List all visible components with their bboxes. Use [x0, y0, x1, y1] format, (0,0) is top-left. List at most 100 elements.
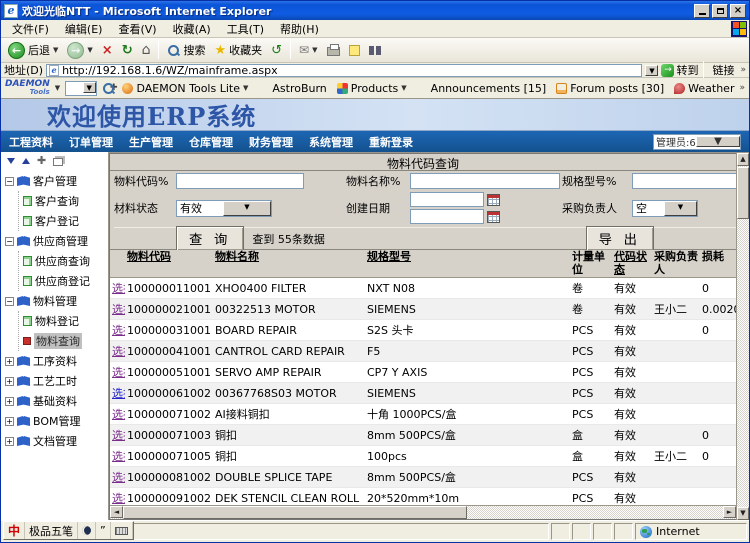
status-select-arrow[interactable]: ▼	[223, 201, 271, 216]
mail-dropdown-icon[interactable]: ▼	[312, 46, 317, 54]
menu-item-favorites[interactable]: 收藏(A)	[166, 20, 218, 38]
minimize-button[interactable]	[694, 4, 710, 18]
tree-expander-icon[interactable]: +	[5, 397, 14, 406]
forward-dropdown-icon[interactable]: ▼	[87, 46, 92, 54]
ime-punct-button[interactable]: ”	[96, 522, 111, 539]
tree-group-document-mgmt[interactable]: +文档管理	[5, 431, 108, 451]
nav-item-production-mgmt[interactable]: 生产管理	[129, 134, 173, 150]
nav-item-warehouse-mgmt[interactable]: 仓库管理	[189, 134, 233, 150]
address-input[interactable]: e http://192.168.1.6/WZ/mainframe.aspx	[46, 64, 642, 77]
date-from-input[interactable]	[410, 192, 484, 207]
back-button[interactable]: ← 后退 ▼	[5, 41, 61, 60]
tree-expander-icon[interactable]: +	[5, 437, 14, 446]
pages-icon[interactable]	[53, 158, 63, 166]
tree-expander-icon[interactable]: +	[5, 357, 14, 366]
ime-softkbd-button[interactable]	[111, 522, 133, 539]
select-link[interactable]: 选择	[112, 409, 124, 421]
vertical-scrollbar[interactable]: ▲ ▼	[736, 153, 749, 520]
select-link[interactable]: 选择	[112, 451, 124, 463]
tree-group-craft-hours[interactable]: +工艺工时	[5, 371, 108, 391]
tree-expander-icon[interactable]: +	[5, 377, 14, 386]
link-astroburn[interactable]: AstroBurn	[258, 82, 326, 95]
link-weather[interactable]: Weather	[674, 82, 734, 95]
buyer-select[interactable]: 空 ▼	[632, 200, 698, 217]
move-icon[interactable]: ✚	[37, 154, 46, 167]
buyer-select-arrow[interactable]: ▼	[664, 201, 697, 216]
select-link[interactable]: 选择	[112, 472, 124, 484]
select-link[interactable]: 选择	[112, 283, 124, 295]
address-dropdown-button[interactable]: ▼	[645, 65, 658, 76]
links-chevron-icon[interactable]: »	[740, 65, 746, 75]
status-select[interactable]: 有效 ▼	[176, 200, 272, 217]
tree-item-material-query[interactable]: 物料查询	[23, 331, 108, 351]
tree-item-supplier-register[interactable]: 供应商登记	[23, 271, 108, 291]
column-header[interactable]: 代码状态	[612, 250, 652, 278]
tree-item-material-register[interactable]: 物料登记	[23, 311, 108, 331]
select-link[interactable]: 选择	[112, 367, 124, 379]
select-link[interactable]: 选择	[112, 325, 124, 337]
menu-item-edit[interactable]: 编辑(E)	[58, 20, 110, 38]
scroll-down-icon[interactable]: ▼	[737, 507, 749, 520]
nav-item-order-mgmt[interactable]: 订单管理	[69, 134, 113, 150]
user-select-arrow[interactable]: ▼	[696, 136, 740, 147]
tree-group-material-mgmt[interactable]: −物料管理	[5, 291, 108, 311]
horizontal-scrollbar[interactable]: ◄ ►	[110, 505, 736, 519]
select-link[interactable]: 选择	[112, 493, 124, 505]
menu-item-file[interactable]: 文件(F)	[5, 20, 56, 38]
name-input[interactable]	[410, 173, 560, 189]
favorites-button[interactable]: ★ 收藏夹	[211, 41, 265, 59]
collapse-all-icon[interactable]	[7, 158, 15, 164]
mail-button[interactable]: ✉ ▼	[296, 42, 320, 58]
scroll-left-icon[interactable]: ◄	[110, 506, 123, 518]
tree-expander-icon[interactable]: −	[5, 237, 14, 246]
calendar-icon[interactable]	[487, 211, 500, 223]
tree-item-supplier-query[interactable]: 供应商查询	[23, 251, 108, 271]
query-button[interactable]: 查 询	[176, 226, 244, 251]
expand-all-icon[interactable]	[22, 158, 30, 164]
discuss-button[interactable]	[366, 45, 384, 56]
daemon-search-icon[interactable]	[102, 82, 105, 95]
chevron-down-icon[interactable]: ▼	[243, 84, 248, 92]
link-products[interactable]: Products▼	[337, 82, 407, 95]
go-button[interactable]: → 转到	[661, 62, 698, 78]
column-header[interactable]: 损耗	[700, 250, 736, 278]
ime-name-label[interactable]: 极品五笔	[29, 523, 73, 539]
spec-input[interactable]	[632, 173, 736, 189]
menu-item-help[interactable]: 帮助(H)	[273, 20, 326, 38]
export-button[interactable]: 导 出	[586, 226, 654, 251]
column-header[interactable]: 物料名称	[213, 250, 365, 278]
nav-item-relogin[interactable]: 重新登录	[369, 134, 413, 150]
tree-group-customer-mgmt[interactable]: −客户管理	[5, 171, 108, 191]
tree-group-supplier-mgmt[interactable]: −供应商管理	[5, 231, 108, 251]
edit-button[interactable]	[346, 44, 363, 57]
tree-item-customer-register[interactable]: 客户登记	[23, 211, 108, 231]
user-select[interactable]: 管理员:600001 ▼	[653, 134, 741, 150]
column-header[interactable]: 物料代码	[125, 250, 213, 278]
back-dropdown-icon[interactable]: ▼	[53, 46, 58, 54]
select-link[interactable]: 选择	[112, 430, 124, 442]
horizontal-scroll-thumb[interactable]	[123, 506, 467, 519]
daemon-search-input[interactable]: ▼	[65, 81, 97, 96]
column-header[interactable]: 计量单位	[570, 250, 612, 278]
tree-item-customer-query[interactable]: 客户查询	[23, 191, 108, 211]
close-button[interactable]: ×	[730, 4, 746, 18]
link-announcements[interactable]: Announcements [15]	[417, 82, 547, 95]
stop-button[interactable]: ×	[99, 42, 116, 59]
menu-item-tools[interactable]: 工具(T)	[220, 20, 271, 38]
ime-fullhalf-button[interactable]	[78, 522, 96, 539]
print-button[interactable]	[324, 43, 343, 57]
brand-dropdown-icon[interactable]: ▼	[55, 84, 60, 92]
select-link[interactable]: 选择	[112, 304, 124, 316]
calendar-icon[interactable]	[487, 194, 500, 206]
link-forum-posts[interactable]: Forum posts [30]	[556, 82, 664, 95]
link-daemon-tools-lite[interactable]: DAEMON Tools Lite▼	[122, 82, 248, 95]
chevron-down-icon[interactable]: ▼	[401, 84, 406, 92]
tree-group-bom-mgmt[interactable]: +BOM管理	[5, 411, 108, 431]
tree-expander-icon[interactable]: −	[5, 297, 14, 306]
nav-item-system-mgmt[interactable]: 系统管理	[309, 134, 353, 150]
tree-expander-icon[interactable]: −	[5, 177, 14, 186]
daemon-search-dropdown[interactable]: ▼	[83, 82, 96, 93]
tree-expander-icon[interactable]: +	[5, 417, 14, 426]
nav-item-finance-mgmt[interactable]: 财务管理	[249, 134, 293, 150]
tree-group-process-data[interactable]: +工序资料	[5, 351, 108, 371]
